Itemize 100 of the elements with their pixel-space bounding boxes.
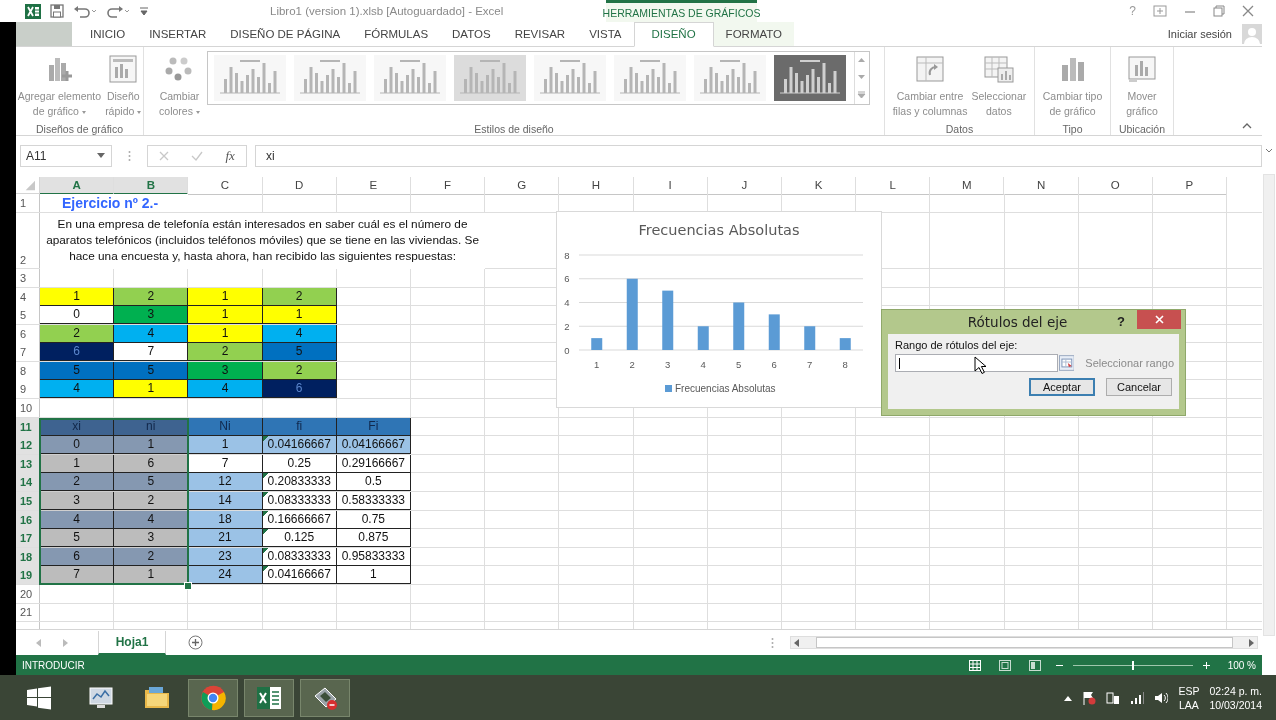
volume-icon[interactable] <box>1154 691 1169 704</box>
name-box[interactable]: A11 <box>20 144 112 167</box>
scroll-down-icon[interactable] <box>857 73 867 80</box>
save-icon[interactable] <box>50 4 64 18</box>
input-language[interactable]: ESP LAA <box>1178 683 1200 712</box>
vertical-scrollbar[interactable] <box>1263 174 1275 636</box>
column-header[interactable]: M <box>930 176 1005 195</box>
splitter-icon[interactable] <box>771 636 774 649</box>
range-select-icon[interactable] <box>1058 354 1075 371</box>
undo-icon[interactable] <box>73 4 97 18</box>
excel-icon[interactable] <box>25 3 41 19</box>
expand-formula-icon[interactable] <box>1265 148 1273 154</box>
scroll-right-icon[interactable] <box>1249 638 1254 647</box>
close-icon[interactable] <box>1242 5 1254 17</box>
column-header[interactable]: L <box>856 176 931 195</box>
formula-field[interactable]: xi <box>255 144 1262 167</box>
dialog-button[interactable]: Cancelar <box>1106 377 1172 396</box>
dropdown-icon[interactable] <box>97 153 105 159</box>
column-header[interactable]: D <box>262 176 337 195</box>
table-cell: 1 <box>336 566 411 585</box>
column-header[interactable]: B <box>114 176 189 195</box>
ribbon-tab[interactable]: DATOS <box>440 22 503 46</box>
start-icon[interactable] <box>26 685 52 710</box>
fill-handle[interactable] <box>184 582 192 591</box>
ribbon-tab[interactable]: DISEÑO <box>633 22 714 47</box>
help-button[interactable]: ? <box>1117 314 1125 330</box>
column-header[interactable]: G <box>485 176 560 195</box>
chart-style-thumbnail[interactable] <box>453 54 526 101</box>
column-header[interactable]: J <box>707 176 782 195</box>
row-header[interactable]: 14 <box>16 473 40 492</box>
ribbon-tab[interactable]: INICIO <box>78 22 138 46</box>
group-label: Estilos de diseño <box>473 121 555 137</box>
column-header[interactable]: K <box>781 176 857 195</box>
column-header[interactable]: C <box>188 176 263 195</box>
column-header[interactable]: E <box>336 176 411 195</box>
column-header[interactable]: A <box>40 176 115 195</box>
taskbar-app[interactable] <box>188 678 238 717</box>
ribbon-tab[interactable]: FORMATO <box>713 22 795 46</box>
sign-in-link[interactable]: Iniciar sesión <box>1167 27 1232 40</box>
customize-icon[interactable] <box>139 6 149 16</box>
chart-style-thumbnail[interactable] <box>613 54 686 101</box>
splitter-icon[interactable] <box>128 149 131 162</box>
scroll-up-icon[interactable] <box>857 57 867 64</box>
row-header[interactable]: 16 <box>16 510 40 529</box>
page-layout-view-icon[interactable] <box>998 659 1011 671</box>
row-header[interactable]: 6 <box>16 324 40 343</box>
taskbar-app[interactable] <box>244 678 294 717</box>
row-header[interactable]: 4 <box>16 287 40 306</box>
ribbon-tab[interactable]: INSERTAR <box>137 22 219 46</box>
dialog-button[interactable]: Aceptar <box>1029 377 1095 396</box>
clock[interactable]: 02:24 p. m. 10/03/2014 <box>1209 683 1262 712</box>
row-header[interactable]: 8 <box>16 361 40 380</box>
signal-icon[interactable] <box>1130 691 1145 704</box>
ribbon-tab[interactable]: DISEÑO DE PÁGINA <box>218 22 353 46</box>
column-heading: Ni <box>188 417 263 436</box>
sheet-tab[interactable]: Hoja1 <box>98 630 166 655</box>
taskbar-app[interactable] <box>300 678 350 717</box>
row-header[interactable]: 17 <box>16 529 40 548</box>
redo-icon[interactable] <box>106 4 130 18</box>
column-header[interactable]: I <box>633 176 708 195</box>
column-header[interactable]: F <box>410 176 486 195</box>
show-hidden-icons-icon[interactable] <box>1064 694 1073 701</box>
chart-style-thumbnail[interactable] <box>773 54 846 101</box>
ribbon-display-icon[interactable] <box>1153 5 1167 17</box>
ribbon-tab[interactable]: FÓRMULAS <box>352 22 441 46</box>
ribbon-tab[interactable]: REVISAR <box>502 22 578 46</box>
scroll-left-icon[interactable] <box>794 638 799 647</box>
column-header[interactable]: O <box>1078 176 1153 195</box>
row-header[interactable]: 15 <box>16 492 40 511</box>
range-input-field[interactable] <box>895 353 1058 372</box>
chart[interactable]: Frecuencias Absolutas 0 2 4 6 8 1 2 3 4 5 6 7 8 Frecuencias Absolutas <box>556 210 882 408</box>
network-icon[interactable] <box>1106 690 1121 705</box>
column-header[interactable]: N <box>1004 176 1079 195</box>
ribbon-tab[interactable]: VISTA <box>577 22 634 46</box>
page-break-view-icon[interactable] <box>1028 659 1041 671</box>
column-header[interactable]: P <box>1152 176 1227 195</box>
zoom-level[interactable]: 100 % <box>1227 659 1256 671</box>
add-sheet-icon[interactable] <box>188 635 203 651</box>
row-header[interactable]: 11 <box>16 417 40 436</box>
chart-style-thumbnail[interactable] <box>693 54 766 101</box>
scrollbar-thumb[interactable] <box>815 637 1233 649</box>
column-header[interactable]: H <box>559 176 634 195</box>
legend-label: Frecuencias Absolutas <box>675 382 776 394</box>
more-icon[interactable] <box>857 90 867 99</box>
horizontal-scrollbar[interactable] <box>790 636 1258 650</box>
chart-style-thumbnail[interactable] <box>373 54 446 101</box>
row-header[interactable]: 19 <box>16 566 40 585</box>
action-center-flag-icon[interactable] <box>1082 690 1097 705</box>
chart-style-thumbnail[interactable] <box>293 54 366 101</box>
chart-style-thumbnail[interactable] <box>533 54 606 101</box>
chart-style-thumbnail[interactable] <box>213 54 286 101</box>
insert-function-button[interactable]: fx <box>225 147 235 164</box>
zoom-in-icon[interactable] <box>1202 661 1210 669</box>
row-header[interactable]: 13 <box>16 454 40 473</box>
close-button[interactable] <box>1137 310 1181 330</box>
row-header[interactable]: 12 <box>16 436 40 455</box>
restore-icon[interactable] <box>1213 5 1225 17</box>
normal-view-icon[interactable] <box>968 659 981 671</box>
row-header[interactable]: 18 <box>16 547 40 566</box>
slider-thumb[interactable] <box>1131 660 1134 670</box>
